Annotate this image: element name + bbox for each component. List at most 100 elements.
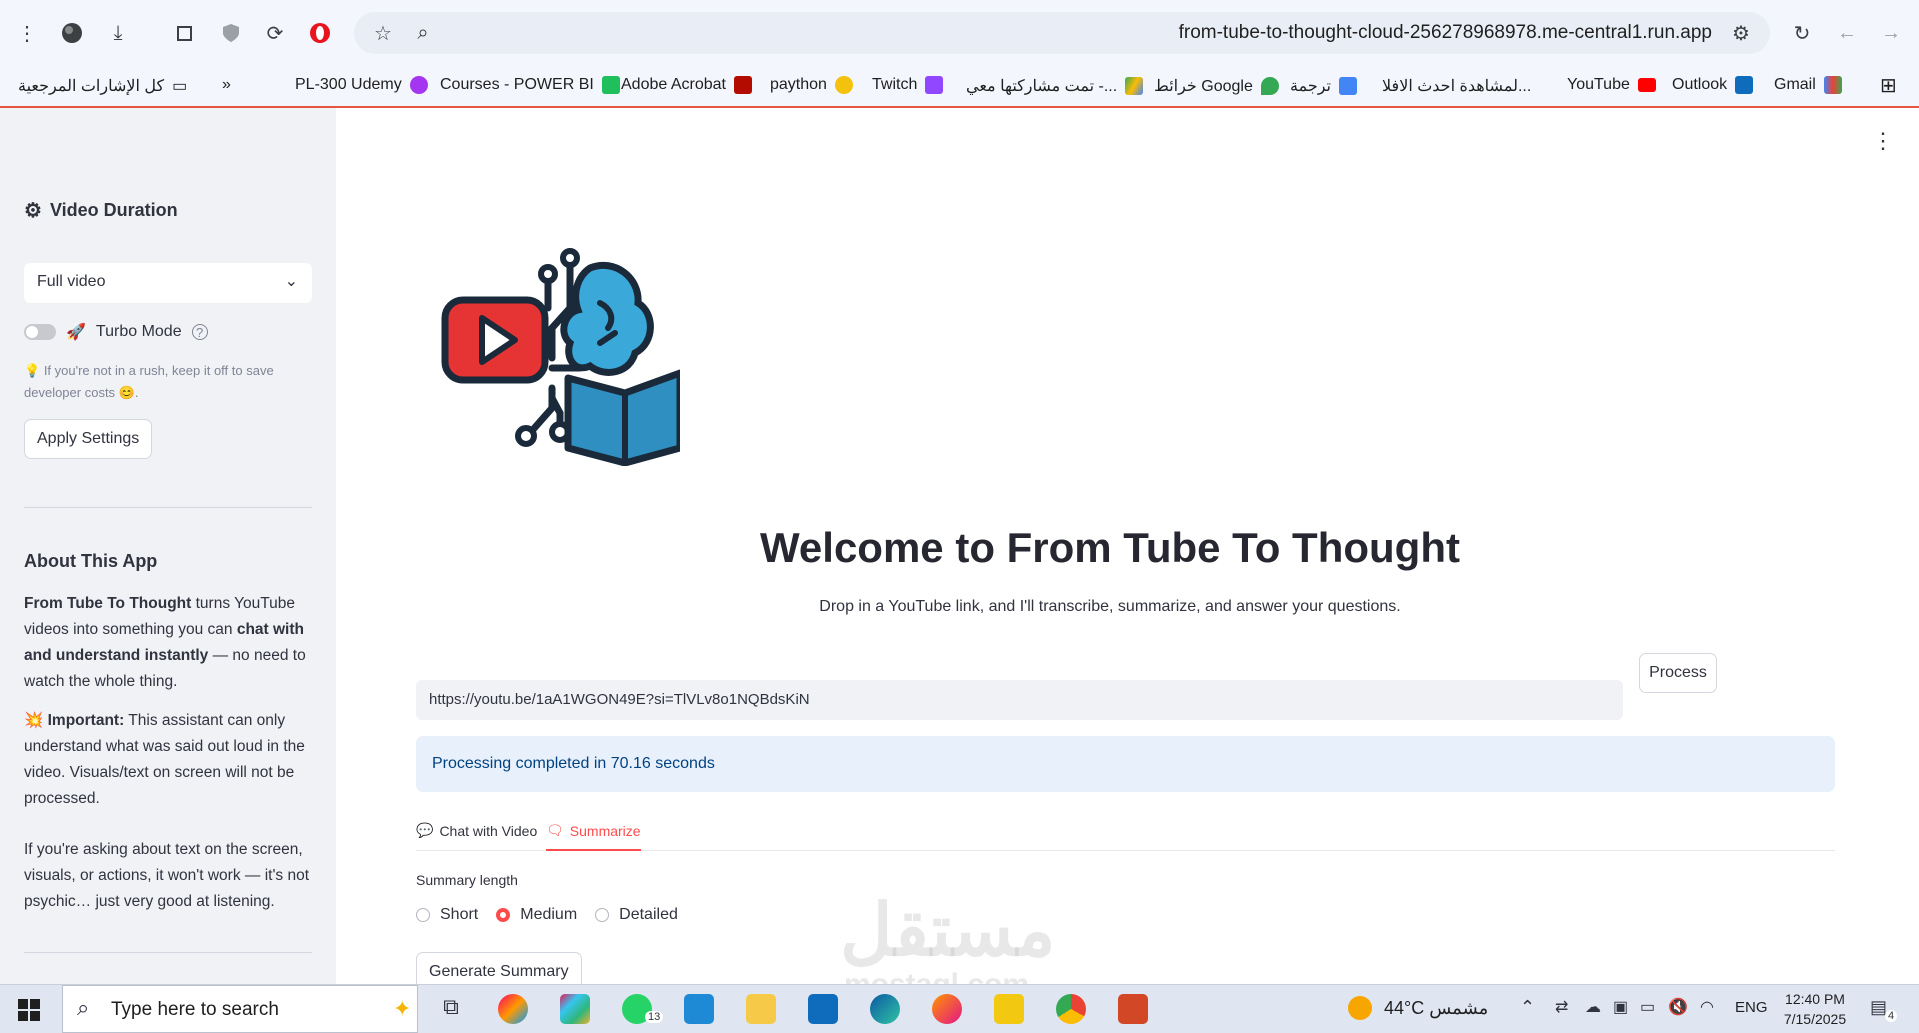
extensions-icon[interactable] (170, 18, 200, 48)
url-text[interactable]: from-tube-to-thought-cloud-256278968978.… (1179, 22, 1712, 44)
turbo-hint: 💡 If you're not in a rush, keep it off t… (24, 363, 274, 400)
outlook-icon (1735, 76, 1754, 94)
slack-icon[interactable] (560, 994, 590, 1024)
power-bi-icon[interactable] (994, 994, 1024, 1024)
radio-medium[interactable]: Medium (496, 906, 577, 924)
whatsapp-badge: 13 (645, 1011, 664, 1023)
clock-time: 12:40 PM (1785, 991, 1845, 1007)
status-message: Processing completed in 70.16 seconds (416, 736, 1835, 792)
copilot-sparkle-icon: ✦ (393, 996, 412, 1021)
main-menu-icon[interactable]: ⋮ (1872, 128, 1894, 154)
bookmark-courses-powerbi[interactable]: Courses - POWER BI (440, 76, 620, 94)
weather-text[interactable]: 44°C مشمس (1384, 998, 1488, 1019)
radio-circle[interactable] (595, 908, 610, 922)
edge-icon[interactable] (870, 994, 900, 1024)
firefox-icon[interactable] (932, 994, 962, 1024)
radio-label: Short (440, 906, 479, 923)
gmail-icon (1823, 76, 1842, 94)
radio-circle[interactable] (416, 908, 430, 922)
clock[interactable]: 12:40 PM 7/15/2025 (1775, 989, 1855, 1029)
bookmark-movies[interactable]: لمشاهدة احدث الافلا... (1382, 76, 1531, 96)
address-bar[interactable]: ☆ ⌕ from-tube-to-thought-cloud-256278968… (354, 12, 1770, 54)
download-icon[interactable]: ⤓ (103, 18, 133, 48)
zoom-icon[interactable]: ⌕ (408, 18, 438, 48)
bookmark-label: خرائط Google (1154, 78, 1253, 95)
tab-summarize[interactable]: 🗨 Summarize (546, 822, 641, 851)
about-title: About This App (24, 551, 158, 571)
bookmark-twitch[interactable]: Twitch (872, 76, 944, 94)
back-icon[interactable]: ← (1832, 18, 1862, 48)
gear-icon: ⚙ (24, 200, 42, 222)
smile-emoji-icon: 😊 (118, 385, 135, 400)
battery-icon[interactable]: ▭ (1640, 997, 1655, 1017)
radio-label: Detailed (619, 906, 678, 923)
app-logo (441, 248, 680, 466)
vscode-icon[interactable] (684, 994, 714, 1024)
about-paragraph-1: From Tube To Thought turns YouTube video… (24, 591, 314, 695)
browser-toolbar: ⋮ ⤓ ⟳ ☆ ⌕ from-tube-to-thought-cloud-256… (0, 0, 1919, 66)
bookmark-label: Gmail (1774, 76, 1816, 93)
chrome-icon[interactable] (1056, 994, 1086, 1024)
task-view-icon[interactable]: ⧉ (436, 994, 466, 1024)
tab-label: Summarize (569, 822, 641, 839)
extension-globe-icon[interactable] (57, 18, 87, 48)
about-paragraph-3: If you're asking about text on the scree… (24, 841, 310, 910)
windows-start-icon[interactable] (18, 999, 40, 1026)
taskbar-search[interactable]: ⌕ Type here to search ✦ (62, 985, 418, 1033)
network-icon[interactable]: ⇄ (1555, 997, 1568, 1017)
file-explorer-icon[interactable] (746, 994, 776, 1024)
page-subtitle: Drop in a YouTube link, and I'll transcr… (819, 598, 1401, 615)
tab-chat-with-video[interactable]: 💬 Chat with Video (416, 822, 537, 839)
opera-icon[interactable] (305, 18, 335, 48)
tray-chevron-icon[interactable]: ⌃ (1520, 997, 1535, 1018)
app-name-bold: From Tube To Thought (24, 595, 192, 612)
process-button[interactable]: Process (1639, 653, 1717, 693)
more-vert-icon[interactable]: ⋮ (12, 18, 42, 48)
radio-detailed[interactable]: Detailed (595, 906, 678, 924)
powerpoint-icon[interactable] (1118, 994, 1148, 1024)
all-bookmarks-item[interactable]: كل الإشارات المرجعية ▭ (18, 76, 187, 96)
about-paragraph-2: 💥 Important: This assistant can only und… (24, 708, 314, 812)
wifi-icon[interactable]: ◠ (1700, 997, 1714, 1017)
bookmarks-bar: كل الإشارات المرجعية ▭ » PL-300 Udemy Co… (0, 66, 1919, 108)
bookmark-gmail[interactable]: Gmail (1774, 76, 1842, 94)
help-icon[interactable]: ? (191, 324, 208, 340)
page-title: Welcome to From Tube To Thought (760, 524, 1460, 571)
radio-circle-selected[interactable] (496, 908, 511, 922)
windows-taskbar: ⌕ Type here to search ✦ ⧉ 13 44°C مشمس ⌃… (0, 984, 1919, 1033)
summary-bubble-icon: 🗨 (546, 822, 564, 838)
bookmark-label: paython (770, 76, 827, 93)
volume-muted-icon[interactable]: 🔇 (1668, 997, 1688, 1017)
site-settings-icon[interactable]: ⚙ (1726, 18, 1756, 48)
bookmark-pl300[interactable]: PL-300 Udemy (295, 76, 428, 94)
bookmark-label: Courses - POWER BI (440, 76, 594, 93)
bookmarks-overflow-icon[interactable]: » (222, 76, 231, 94)
youtube-url-input[interactable]: https://youtu.be/1aA1WGON49E?si=TlVLv8o1… (416, 680, 1623, 720)
forward-icon[interactable]: → (1876, 18, 1906, 48)
divider (24, 952, 312, 953)
bookmark-adobe-acrobat[interactable]: Adobe Acrobat (621, 76, 752, 94)
bookmark-paython[interactable]: paython (770, 76, 853, 94)
bookmark-star-icon[interactable]: ☆ (368, 18, 398, 48)
shield-icon[interactable] (216, 18, 246, 48)
language-indicator[interactable]: ENG (1735, 999, 1768, 1016)
udemy-icon (409, 76, 428, 94)
bookmark-youtube[interactable]: YouTube (1567, 76, 1656, 94)
meet-now-icon[interactable]: ▣ (1613, 997, 1628, 1017)
sync-icon[interactable]: ⟳ (260, 18, 290, 48)
radio-short[interactable]: Short (416, 906, 478, 924)
bookmark-shared-drive[interactable]: تمت مشاركتها معي -... (966, 76, 1144, 96)
onedrive-icon[interactable]: ☁ (1585, 997, 1601, 1017)
bookmark-outlook[interactable]: Outlook (1672, 76, 1754, 94)
copilot-icon[interactable] (498, 994, 528, 1024)
outlook-app-icon[interactable] (808, 994, 838, 1024)
duration-title: Video Duration (49, 200, 178, 220)
watermark: مستقل (840, 891, 1056, 971)
bookmark-google-maps[interactable]: خرائط Google (1154, 76, 1279, 96)
turbo-toggle[interactable] (24, 324, 56, 340)
apps-grid-icon[interactable]: ⊞ (1880, 73, 1897, 98)
bookmark-translate[interactable]: ترجمة (1290, 76, 1357, 96)
duration-select[interactable]: Full video ⌄ (24, 263, 312, 303)
reload-icon[interactable]: ↻ (1787, 18, 1817, 48)
apply-settings-button[interactable]: Apply Settings (24, 419, 153, 459)
